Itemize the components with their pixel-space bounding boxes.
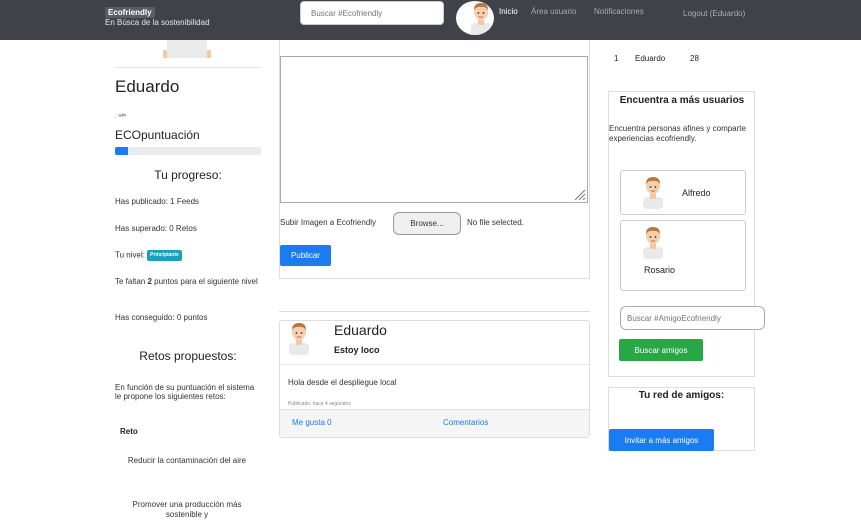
divider (280, 364, 589, 365)
faltan-suffix: puntos para el siguiente nivel (151, 277, 258, 286)
resize-grip-icon[interactable] (570, 185, 586, 201)
browse-button[interactable]: Browse... (393, 212, 461, 235)
retos-heading: Retos propuestos: (139, 349, 237, 363)
ranking-name: Eduardo (635, 54, 666, 63)
ranking-position: 1 (614, 54, 619, 63)
nav-link-inicio[interactable]: Inicio (499, 7, 518, 16)
suggested-user-name: Rosario (644, 265, 676, 275)
stat-publicado: Has publicado: 1 Feeds (115, 197, 200, 206)
find-users-description: Encuentra personas afines y comparte exp… (609, 124, 746, 143)
logout-link[interactable]: Logout (Eduardo) (683, 9, 745, 18)
nivel-label: Tu nivel: (115, 250, 145, 260)
friend-search-input[interactable] (620, 306, 765, 330)
stat-faltan: Te faltan 2 puntos para el siguiente niv… (115, 277, 261, 286)
nav-link-area-usuario[interactable]: Área usuario (531, 7, 576, 16)
faltan-prefix: Te faltan (115, 277, 148, 286)
search-friends-button[interactable]: Buscar amigos (619, 339, 703, 361)
nav-link-notificaciones[interactable]: Notificaciones (594, 7, 644, 16)
profile-picture (163, 40, 211, 58)
find-users-title: Encuentra a más usuarios (619, 95, 745, 106)
like-button[interactable]: Me gusta 0 (292, 418, 332, 427)
friends-network-title: Tu red de amigos: (638, 390, 725, 401)
avatar (640, 225, 666, 259)
avatar-image (456, 1, 494, 35)
eco-score-label: ECOpuntuación (115, 128, 200, 142)
profile-role-text: : ᵃᵈᵐ (115, 114, 127, 120)
feed-author-avatar (286, 321, 312, 355)
divider (115, 67, 261, 68)
feed-post-body: Hola desde el despliegue local (288, 378, 397, 387)
brand-tagline: En Búsca de la sostenibilidad (105, 18, 210, 27)
level-badge: Principiante (147, 250, 182, 261)
brand-logo[interactable]: Ecofriendly (105, 7, 155, 18)
post-textarea[interactable] (280, 56, 588, 203)
invite-friends-button[interactable]: Invitar a más amigos (609, 429, 714, 451)
retos-description: En función de su puntuación el sistema l… (115, 383, 255, 401)
search-input[interactable] (300, 1, 444, 25)
stat-superado: Has superado: 0 Retos (115, 224, 197, 233)
file-status: No file selected. (467, 218, 524, 227)
eco-progress-bar (115, 147, 261, 155)
eco-progress-fill (115, 147, 129, 155)
retos-column-header: Reto (120, 427, 138, 436)
avatar (640, 175, 666, 209)
stat-nivel: Tu nivel: Principiante (115, 250, 261, 261)
suggested-user-card[interactable] (620, 220, 746, 291)
feed-author-name[interactable]: Eduardo (334, 322, 387, 338)
progress-heading: Tu progreso: (154, 168, 222, 182)
comments-link[interactable]: Comentarios (443, 418, 488, 427)
feed-post-timestamp: Publicado: hace 4 segundos (288, 401, 351, 407)
profile-name: Eduardo (115, 77, 180, 96)
reto-item: Promover una producción más sostenible y (132, 500, 242, 519)
ranking-points: 28 (690, 54, 699, 63)
feed-post-title: Estoy loco (334, 345, 380, 355)
stat-conseguido: Has conseguido: 0 puntos (115, 313, 208, 322)
avatar[interactable] (456, 1, 494, 35)
reto-item: Reducir la contaminación del aire (127, 456, 247, 465)
suggested-user-name: Alfredo (682, 188, 711, 198)
publish-button[interactable]: Publicar (280, 245, 331, 266)
upload-label: Subir Imagen a Ecofriendly (280, 218, 377, 227)
divider (279, 311, 590, 312)
